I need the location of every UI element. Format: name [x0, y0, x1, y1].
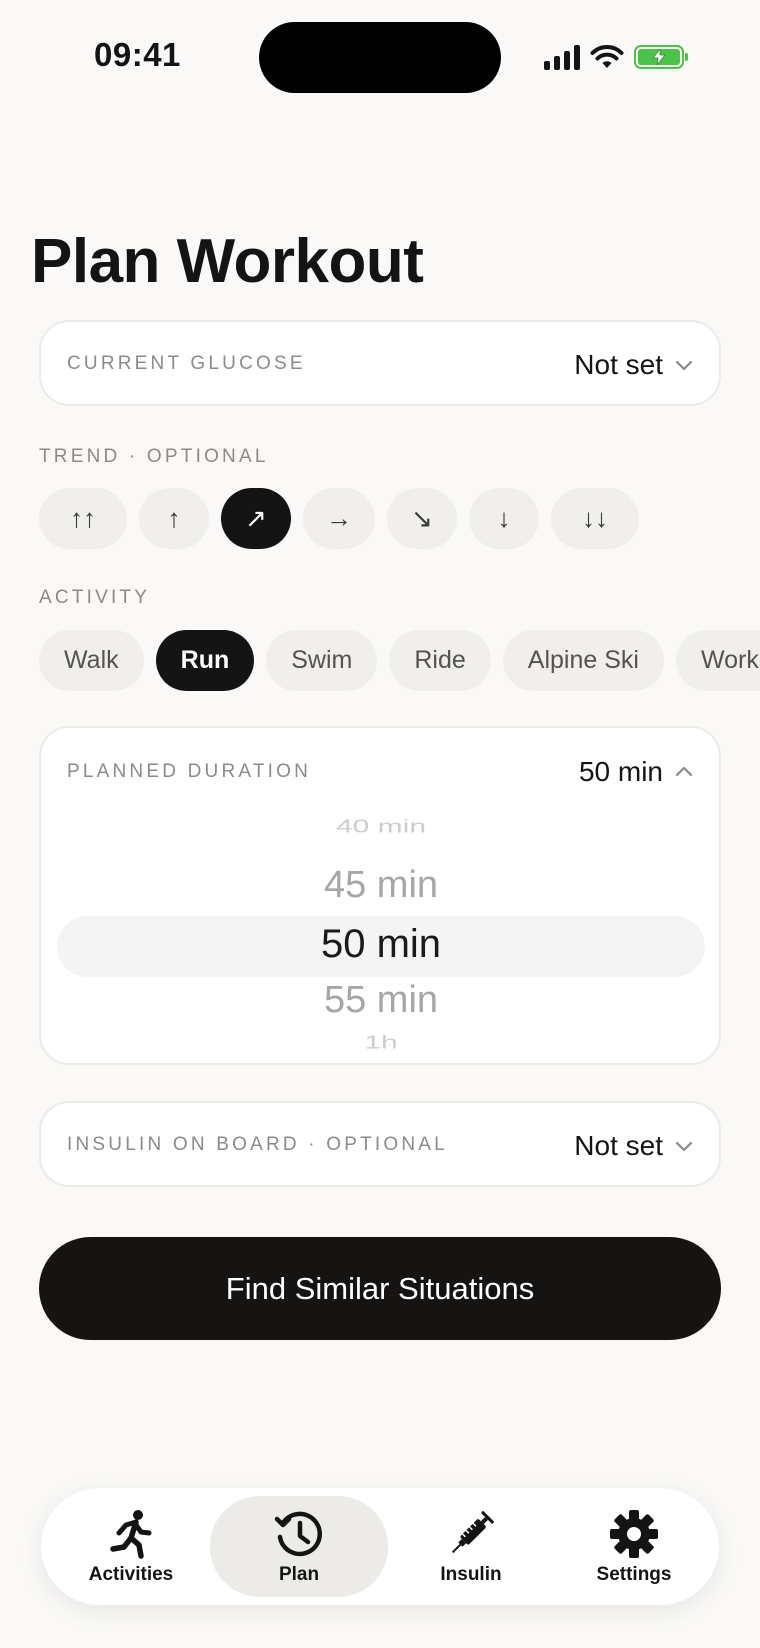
trend-rising-chip[interactable]: ↑ — [139, 488, 209, 549]
syringe-icon — [445, 1508, 497, 1560]
charging-bolt-icon — [652, 49, 666, 65]
wifi-icon — [590, 45, 624, 68]
insulin-on-board-label: INSULIN ON BOARD · OPTIONAL — [67, 1134, 448, 1155]
trend-glyph: → — [326, 503, 352, 533]
tab-label: Plan — [278, 1563, 320, 1585]
trend-glyph: ↗ — [245, 503, 267, 533]
trend-options: ↑↑ ↑ ↗ → ↘ ↓ ↓↓ — [39, 488, 639, 549]
current-glucose-label: CURRENT GLUCOSE — [67, 353, 306, 374]
trend-glyph: ↑ — [167, 503, 181, 533]
chevron-down-icon — [675, 360, 693, 371]
tab-label: Activities — [88, 1563, 174, 1585]
runner-icon — [105, 1508, 157, 1560]
planned-duration-value[interactable]: 50 min — [579, 756, 663, 788]
trend-rising-fast-chip[interactable]: ↑↑ — [39, 488, 127, 549]
tab-insulin[interactable]: Insulin — [406, 1496, 536, 1597]
screen: 09:41 Plan Workout CURRENT GLUCOSE Not s… — [0, 0, 760, 1648]
cellular-signal-icon — [544, 44, 580, 70]
picker-item[interactable]: 55 min — [57, 979, 705, 1022]
duration-picker-wheel[interactable]: 40 min 45 min 50 min 55 min 1h — [57, 814, 705, 1054]
planned-duration-card: PLANNED DURATION 50 min 40 min 45 min 50… — [39, 726, 721, 1065]
activity-chip-swim[interactable]: Swim — [266, 630, 378, 691]
tab-label: Settings — [596, 1563, 672, 1585]
trend-steady-chip[interactable]: → — [303, 488, 375, 549]
insulin-on-board-value: Not set — [574, 1130, 663, 1161]
tab-plan[interactable]: Plan — [210, 1496, 388, 1597]
trend-falling-chip[interactable]: ↓ — [469, 488, 539, 549]
tab-bar: Activities Plan Insulin Settings — [41, 1488, 719, 1605]
current-glucose-value: Not set — [574, 349, 663, 380]
tab-settings[interactable]: Settings — [570, 1496, 698, 1597]
dynamic-island — [259, 22, 501, 93]
activity-options: Walk Run Swim Ride Alpine Ski Workout — [39, 630, 760, 691]
activity-scroller[interactable]: Walk Run Swim Ride Alpine Ski Workout — [0, 600, 760, 720]
activity-chip-walk[interactable]: Walk — [39, 630, 144, 691]
trend-glyph: ↑↑ — [70, 503, 96, 533]
trend-glyph: ↘ — [411, 503, 433, 533]
tab-label: Insulin — [440, 1563, 502, 1585]
status-icons — [544, 40, 688, 74]
current-glucose-selector[interactable]: CURRENT GLUCOSE Not set — [39, 320, 721, 406]
chevron-up-icon[interactable] — [675, 763, 693, 781]
picker-item-selected[interactable]: 50 min — [57, 922, 705, 967]
picker-item[interactable]: 1h — [57, 1033, 705, 1053]
picker-item[interactable]: 40 min — [57, 817, 705, 837]
clock-history-icon — [273, 1508, 325, 1560]
picker-item[interactable]: 45 min — [57, 864, 705, 907]
trend-rising-slowly-chip[interactable]: ↗ — [221, 488, 291, 549]
chevron-down-icon — [675, 1141, 693, 1152]
tab-activities[interactable]: Activities — [69, 1496, 193, 1597]
trend-label: TREND · OPTIONAL — [39, 446, 269, 467]
planned-duration-label: PLANNED DURATION — [67, 761, 312, 782]
trend-glyph: ↓↓ — [582, 503, 608, 533]
trend-falling-slowly-chip[interactable]: ↘ — [387, 488, 457, 549]
battery-icon — [634, 45, 688, 69]
trend-glyph: ↓ — [497, 503, 511, 533]
status-time: 09:41 — [94, 36, 181, 73]
trend-falling-fast-chip[interactable]: ↓↓ — [551, 488, 639, 549]
activity-chip-run[interactable]: Run — [155, 630, 255, 691]
insulin-on-board-selector[interactable]: INSULIN ON BOARD · OPTIONAL Not set — [39, 1101, 721, 1187]
activity-chip-ride[interactable]: Ride — [389, 630, 491, 691]
activity-chip-alpine-ski[interactable]: Alpine Ski — [502, 630, 664, 691]
page-title: Plan Workout — [31, 227, 424, 296]
gear-icon — [608, 1508, 660, 1560]
activity-chip-workout[interactable]: Workout — [675, 630, 760, 691]
find-similar-situations-button[interactable]: Find Similar Situations — [39, 1237, 721, 1340]
